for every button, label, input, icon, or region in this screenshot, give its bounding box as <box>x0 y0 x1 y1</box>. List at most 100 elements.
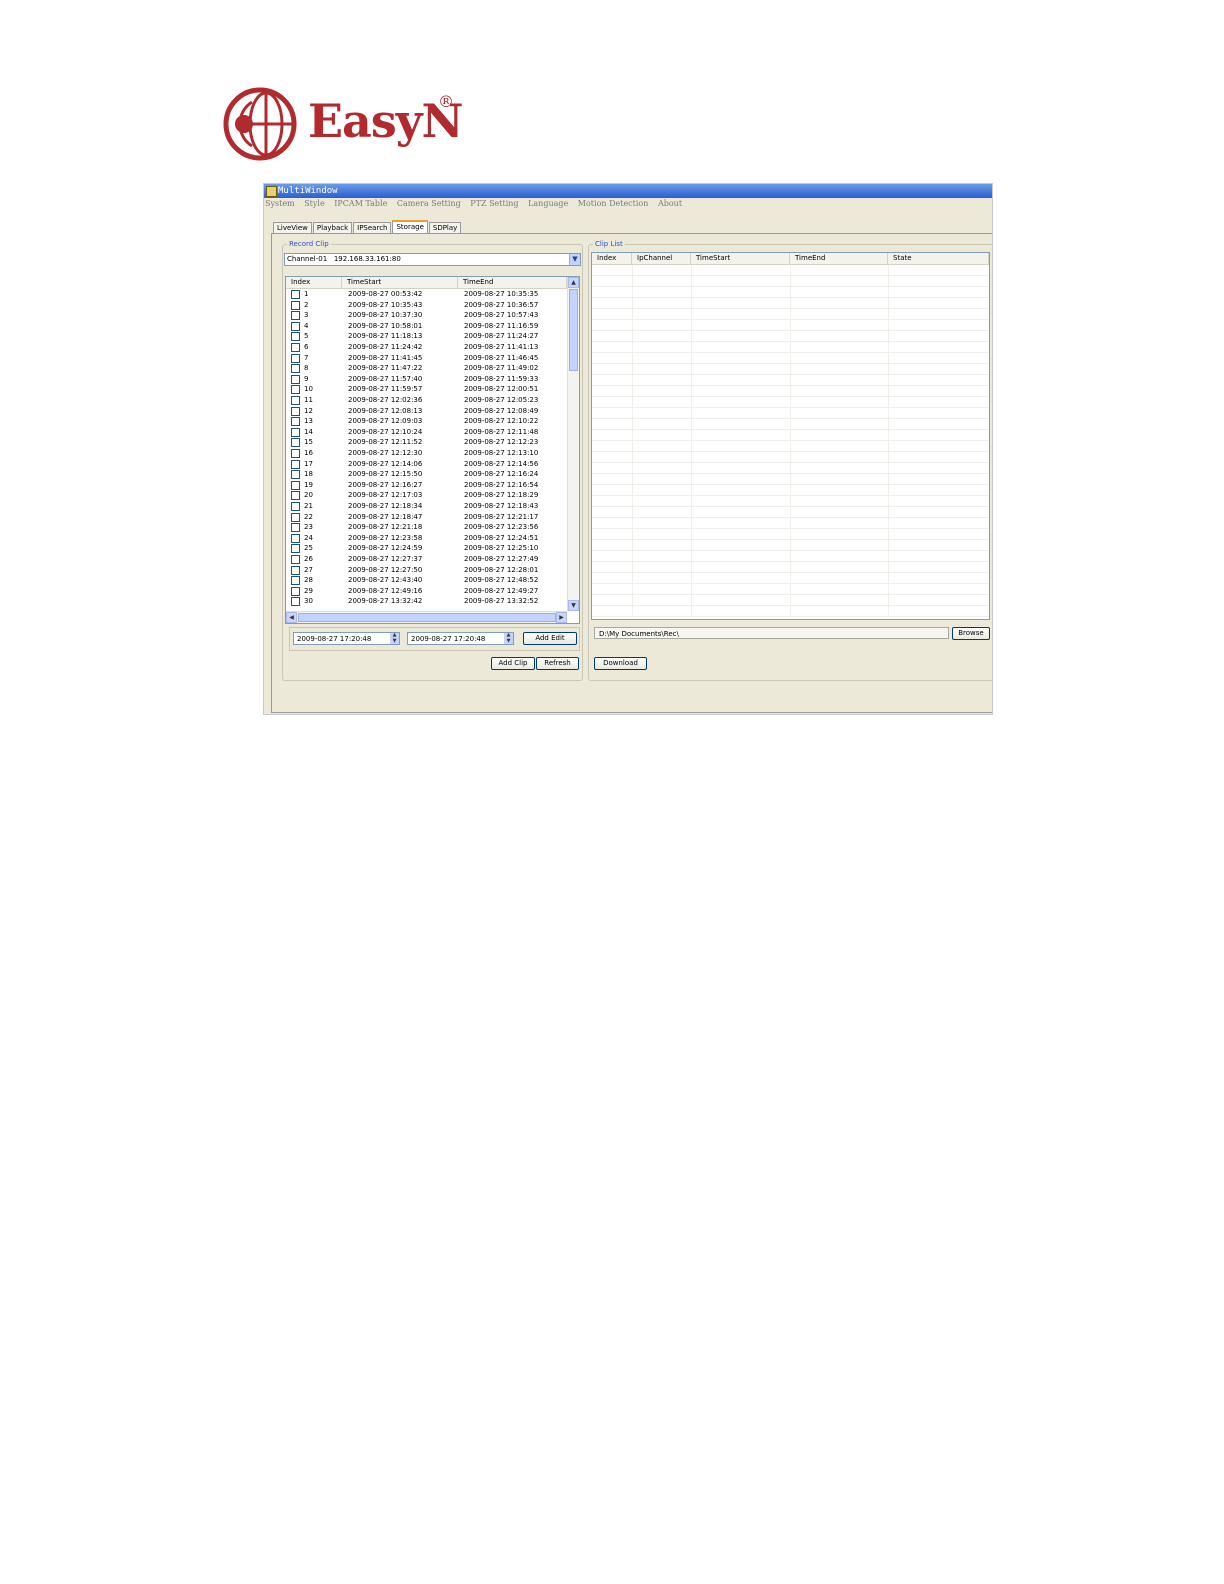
table-row[interactable]: 20 2009-08-27 12:17:03 2009-08-27 12:18:29 <box>286 490 567 501</box>
scroll-up-icon[interactable]: ▲ <box>568 277 579 288</box>
table-row[interactable]: 8 2009-08-27 11:47:22 2009-08-27 11:49:02 <box>286 363 567 374</box>
table-row[interactable]: 18 2009-08-27 12:15:50 2009-08-27 12:16:24 <box>286 469 567 480</box>
start-spin-icon[interactable]: ▲ ▼ <box>390 632 399 644</box>
row-checkbox[interactable] <box>291 533 300 543</box>
table-row[interactable]: 4 2009-08-27 10:58:01 2009-08-27 11:16:59 <box>286 321 567 332</box>
row-checkbox[interactable] <box>291 321 300 331</box>
tab-storage[interactable]: Storage <box>392 220 428 234</box>
row-checkbox[interactable] <box>291 300 300 310</box>
row-checkbox[interactable] <box>291 364 300 374</box>
end-time-picker[interactable]: 2009-08-27 17:20:48 ▲ ▼ <box>407 632 514 645</box>
row-checkbox[interactable] <box>291 470 300 480</box>
menu-style[interactable]: Style <box>304 199 325 208</box>
table-row[interactable]: 3 2009-08-27 10:37:30 2009-08-27 10:57:43 <box>286 310 567 321</box>
download-button[interactable]: Download <box>594 657 647 670</box>
table-row[interactable]: 11 2009-08-27 12:02:36 2009-08-27 12:05:23 <box>286 395 567 406</box>
row-checkbox[interactable] <box>291 576 300 586</box>
col-state[interactable]: State <box>888 253 989 264</box>
col-timestart[interactable]: TimeStart <box>342 277 458 288</box>
add-clip-button[interactable]: Add Clip <box>491 657 535 670</box>
table-row[interactable]: 6 2009-08-27 11:24:42 2009-08-27 11:41:13 <box>286 342 567 353</box>
row-checkbox[interactable] <box>291 417 300 427</box>
record-list[interactable]: Index TimeStart TimeEnd 1 2009-08-27 00:5… <box>285 276 580 624</box>
row-checkbox[interactable] <box>291 385 300 395</box>
menu-ptz-setting[interactable]: PTZ Setting <box>470 199 518 208</box>
row-checkbox[interactable] <box>291 502 300 511</box>
add-edit-button[interactable]: Add Edit <box>523 632 577 645</box>
start-time-picker[interactable]: 2009-08-27 17:20:48 ▲ ▼ <box>293 632 400 645</box>
col-index[interactable]: Index <box>286 277 342 288</box>
channel-select[interactable]: Channel-01 192.168.33.161:80 ▼ <box>284 253 581 266</box>
row-checkbox[interactable] <box>291 512 300 522</box>
table-row[interactable]: 7 2009-08-27 11:41:45 2009-08-27 11:46:45 <box>286 353 567 364</box>
menu-camera-setting[interactable]: Camera Setting <box>397 199 461 208</box>
table-row[interactable]: 5 2009-08-27 11:18:13 2009-08-27 11:24:27 <box>286 331 567 342</box>
row-checkbox[interactable] <box>291 586 300 596</box>
table-row[interactable]: 10 2009-08-27 11:59:57 2009-08-27 12:00:51 <box>286 384 567 395</box>
row-checkbox[interactable] <box>291 480 300 490</box>
horizontal-scrollbar[interactable]: ◀ ▶ <box>286 611 567 623</box>
table-row[interactable]: 28 2009-08-27 12:43:40 2009-08-27 12:48:52 <box>286 575 567 586</box>
table-row[interactable]: 1 2009-08-27 00:53:42 2009-08-27 10:35:35 <box>286 289 567 300</box>
browse-button[interactable]: Browse <box>952 627 990 640</box>
table-row[interactable]: 30 2009-08-27 13:32:42 2009-08-27 13:32:52 <box>286 596 567 607</box>
row-checkbox[interactable] <box>291 544 300 554</box>
table-row[interactable]: 15 2009-08-27 12:11:52 2009-08-27 12:12:23 <box>286 437 567 448</box>
table-row[interactable]: 27 2009-08-27 12:27:50 2009-08-27 12:28:01 <box>286 565 567 576</box>
scroll-right-icon[interactable]: ▶ <box>556 612 567 623</box>
col-clip-index[interactable]: Index <box>592 253 632 264</box>
table-row[interactable]: 16 2009-08-27 12:12:30 2009-08-27 12:13:10 <box>286 448 567 459</box>
table-row[interactable]: 22 2009-08-27 12:18:47 2009-08-27 12:21:17 <box>286 512 567 523</box>
row-checkbox[interactable] <box>291 374 300 384</box>
vertical-scrollbar[interactable]: ▲ ▼ <box>567 277 579 611</box>
tab-ipsearch[interactable]: IPSearch <box>353 222 392 233</box>
col-ipchannel[interactable]: IpChannel <box>632 253 691 264</box>
row-checkbox[interactable] <box>291 290 300 299</box>
menu-motion-detection[interactable]: Motion Detection <box>578 199 649 208</box>
table-row[interactable]: 25 2009-08-27 12:24:59 2009-08-27 12:25:10 <box>286 543 567 554</box>
scroll-thumb[interactable] <box>569 289 578 371</box>
row-checkbox[interactable] <box>291 449 300 458</box>
row-checkbox[interactable] <box>291 459 300 469</box>
col-clip-timestart[interactable]: TimeStart <box>691 253 790 264</box>
table-row[interactable]: 9 2009-08-27 11:57:40 2009-08-27 11:59:33 <box>286 374 567 385</box>
table-row[interactable]: 24 2009-08-27 12:23:58 2009-08-27 12:24:51 <box>286 533 567 544</box>
save-path-field[interactable]: D:\My Documents\Rec\ <box>594 627 949 639</box>
tab-sdplay[interactable]: SDPlay <box>428 222 462 233</box>
scroll-down-icon[interactable]: ▼ <box>568 600 579 611</box>
table-row[interactable]: 13 2009-08-27 12:09:03 2009-08-27 12:10:22 <box>286 416 567 427</box>
tab-playback[interactable]: Playback <box>312 222 353 233</box>
menu-about[interactable]: About <box>658 199 682 208</box>
table-row[interactable]: 21 2009-08-27 12:18:34 2009-08-27 12:18:43 <box>286 501 567 512</box>
table-row[interactable]: 14 2009-08-27 12:10:24 2009-08-27 12:11:48 <box>286 427 567 438</box>
row-checkbox[interactable] <box>291 353 300 363</box>
tab-liveview[interactable]: LiveView <box>273 222 312 233</box>
row-checkbox[interactable] <box>291 406 300 416</box>
menu-ipcam-table[interactable]: IPCAM Table <box>334 199 387 208</box>
clip-list-table[interactable]: Index IpChannel TimeStart TimeEnd State <box>591 252 990 620</box>
row-checkbox[interactable] <box>291 332 300 342</box>
row-checkbox[interactable] <box>291 491 300 501</box>
col-clip-timeend[interactable]: TimeEnd <box>790 253 888 264</box>
row-checkbox[interactable] <box>291 311 300 321</box>
row-checkbox[interactable] <box>291 555 300 564</box>
title-bar[interactable]: MultiWindow <box>264 184 992 198</box>
chevron-down-icon[interactable]: ▼ <box>569 254 580 265</box>
table-row[interactable]: 12 2009-08-27 12:08:13 2009-08-27 12:08:49 <box>286 406 567 417</box>
menu-system[interactable]: System <box>265 199 295 208</box>
row-checkbox[interactable] <box>291 523 300 533</box>
hscroll-thumb[interactable] <box>298 613 556 622</box>
table-row[interactable]: 2 2009-08-27 10:35:43 2009-08-27 10:36:57 <box>286 300 567 311</box>
refresh-button[interactable]: Refresh <box>536 657 579 670</box>
table-row[interactable]: 17 2009-08-27 12:14:06 2009-08-27 12:14:56 <box>286 459 567 470</box>
end-spin-icon[interactable]: ▲ ▼ <box>504 632 513 644</box>
table-row[interactable]: 23 2009-08-27 12:21:18 2009-08-27 12:23:56 <box>286 522 567 533</box>
table-row[interactable]: 26 2009-08-27 12:27:37 2009-08-27 12:27:49 <box>286 554 567 565</box>
row-checkbox[interactable] <box>291 427 300 437</box>
row-checkbox[interactable] <box>291 597 300 607</box>
table-row[interactable]: 29 2009-08-27 12:49:16 2009-08-27 12:49:27 <box>286 586 567 597</box>
menu-language[interactable]: Language <box>528 199 568 208</box>
row-checkbox[interactable] <box>291 343 300 352</box>
col-timeend[interactable]: TimeEnd <box>458 277 567 288</box>
scroll-left-icon[interactable]: ◀ <box>286 612 297 623</box>
